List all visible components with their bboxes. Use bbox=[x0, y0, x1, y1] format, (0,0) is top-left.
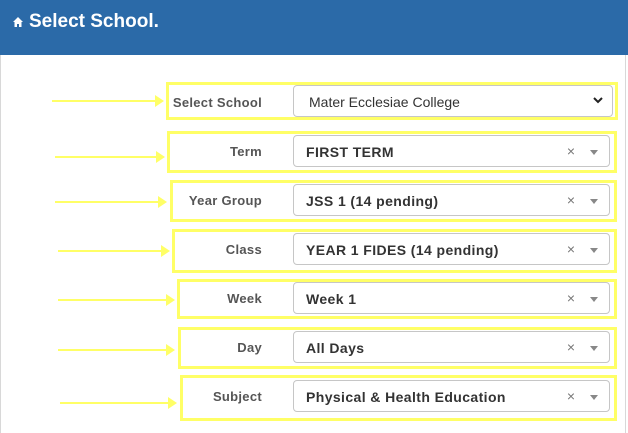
caret-down-icon[interactable] bbox=[590, 346, 598, 351]
caret-down-icon[interactable] bbox=[590, 150, 598, 155]
clear-icon[interactable]: × bbox=[567, 241, 575, 257]
class-label: Class bbox=[225, 242, 262, 257]
caret-down-icon[interactable] bbox=[590, 248, 598, 253]
class-select-value: YEAR 1 FIDES (14 pending) bbox=[306, 242, 499, 258]
school-select-value: Mater Ecclesiae College bbox=[309, 94, 460, 110]
annotation-arrow bbox=[58, 344, 175, 356]
page-title: Select School. bbox=[29, 11, 159, 32]
class-select[interactable]: YEAR 1 FIDES (14 pending) × bbox=[293, 233, 610, 265]
subject-select[interactable]: Physical & Health Education × bbox=[293, 380, 610, 412]
week-select-value: Week 1 bbox=[306, 291, 357, 307]
home-icon bbox=[13, 17, 23, 27]
day-label: Day bbox=[237, 340, 262, 355]
term-select-value: FIRST TERM bbox=[306, 144, 394, 160]
annotation-arrow bbox=[55, 196, 167, 208]
school-label: Select School bbox=[172, 95, 262, 110]
term-select[interactable]: FIRST TERM × bbox=[293, 135, 610, 167]
panel-border bbox=[0, 55, 1, 433]
year-group-select-value: JSS 1 (14 pending) bbox=[306, 193, 439, 209]
caret-down-icon[interactable] bbox=[590, 395, 598, 400]
caret-down-icon[interactable] bbox=[590, 297, 598, 302]
annotation-arrow bbox=[55, 151, 165, 163]
annotation-arrow bbox=[58, 245, 170, 257]
week-label: Week bbox=[227, 291, 262, 306]
caret-down-icon[interactable] bbox=[590, 199, 598, 204]
school-select[interactable]: Mater Ecclesiae College bbox=[293, 85, 613, 117]
subject-label: Subject bbox=[212, 389, 262, 404]
clear-icon[interactable]: × bbox=[567, 143, 575, 159]
week-select[interactable]: Week 1 × bbox=[293, 282, 610, 314]
panel-border bbox=[625, 55, 626, 433]
day-select-value: All Days bbox=[306, 340, 365, 356]
year-group-label: Year Group bbox=[188, 193, 262, 208]
annotation-arrow bbox=[60, 397, 177, 409]
year-group-select[interactable]: JSS 1 (14 pending) × bbox=[293, 184, 610, 216]
annotation-arrow bbox=[52, 95, 164, 107]
clear-icon[interactable]: × bbox=[567, 388, 575, 404]
clear-icon[interactable]: × bbox=[567, 192, 575, 208]
day-select[interactable]: All Days × bbox=[293, 331, 610, 363]
chevron-down-icon bbox=[593, 97, 603, 104]
annotation-arrow bbox=[58, 294, 175, 306]
page-header: Select School. bbox=[0, 0, 628, 55]
term-label: Term bbox=[229, 144, 262, 159]
subject-select-value: Physical & Health Education bbox=[306, 389, 506, 405]
clear-icon[interactable]: × bbox=[567, 290, 575, 306]
clear-icon[interactable]: × bbox=[567, 339, 575, 355]
